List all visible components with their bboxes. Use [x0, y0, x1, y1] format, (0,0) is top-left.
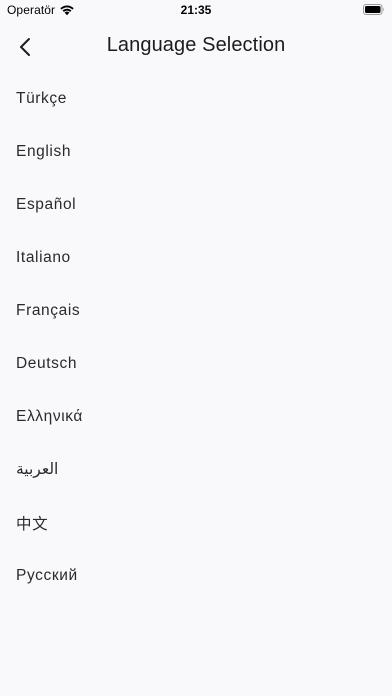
- language-item-italian[interactable]: Italiano: [0, 231, 392, 284]
- language-item-french[interactable]: Français: [0, 284, 392, 337]
- status-bar: Operatör 21:35: [0, 0, 392, 22]
- status-time: 21:35: [180, 3, 212, 17]
- navigation-bar: Language Selection: [0, 22, 392, 70]
- language-list: Türkçe English Español Italiano Français…: [0, 72, 392, 602]
- language-item-german[interactable]: Deutsch: [0, 337, 392, 390]
- language-item-greek[interactable]: Ελληνικά: [0, 390, 392, 443]
- language-item-turkish[interactable]: Türkçe: [0, 72, 392, 125]
- battery-icon: [363, 4, 384, 15]
- language-item-spanish[interactable]: Español: [0, 178, 392, 231]
- language-item-arabic[interactable]: العربية: [0, 443, 392, 496]
- language-item-english[interactable]: English: [0, 125, 392, 178]
- language-item-russian[interactable]: Русский: [0, 549, 392, 602]
- language-item-chinese[interactable]: 中文: [0, 496, 392, 549]
- page-title: Language Selection: [106, 34, 286, 56]
